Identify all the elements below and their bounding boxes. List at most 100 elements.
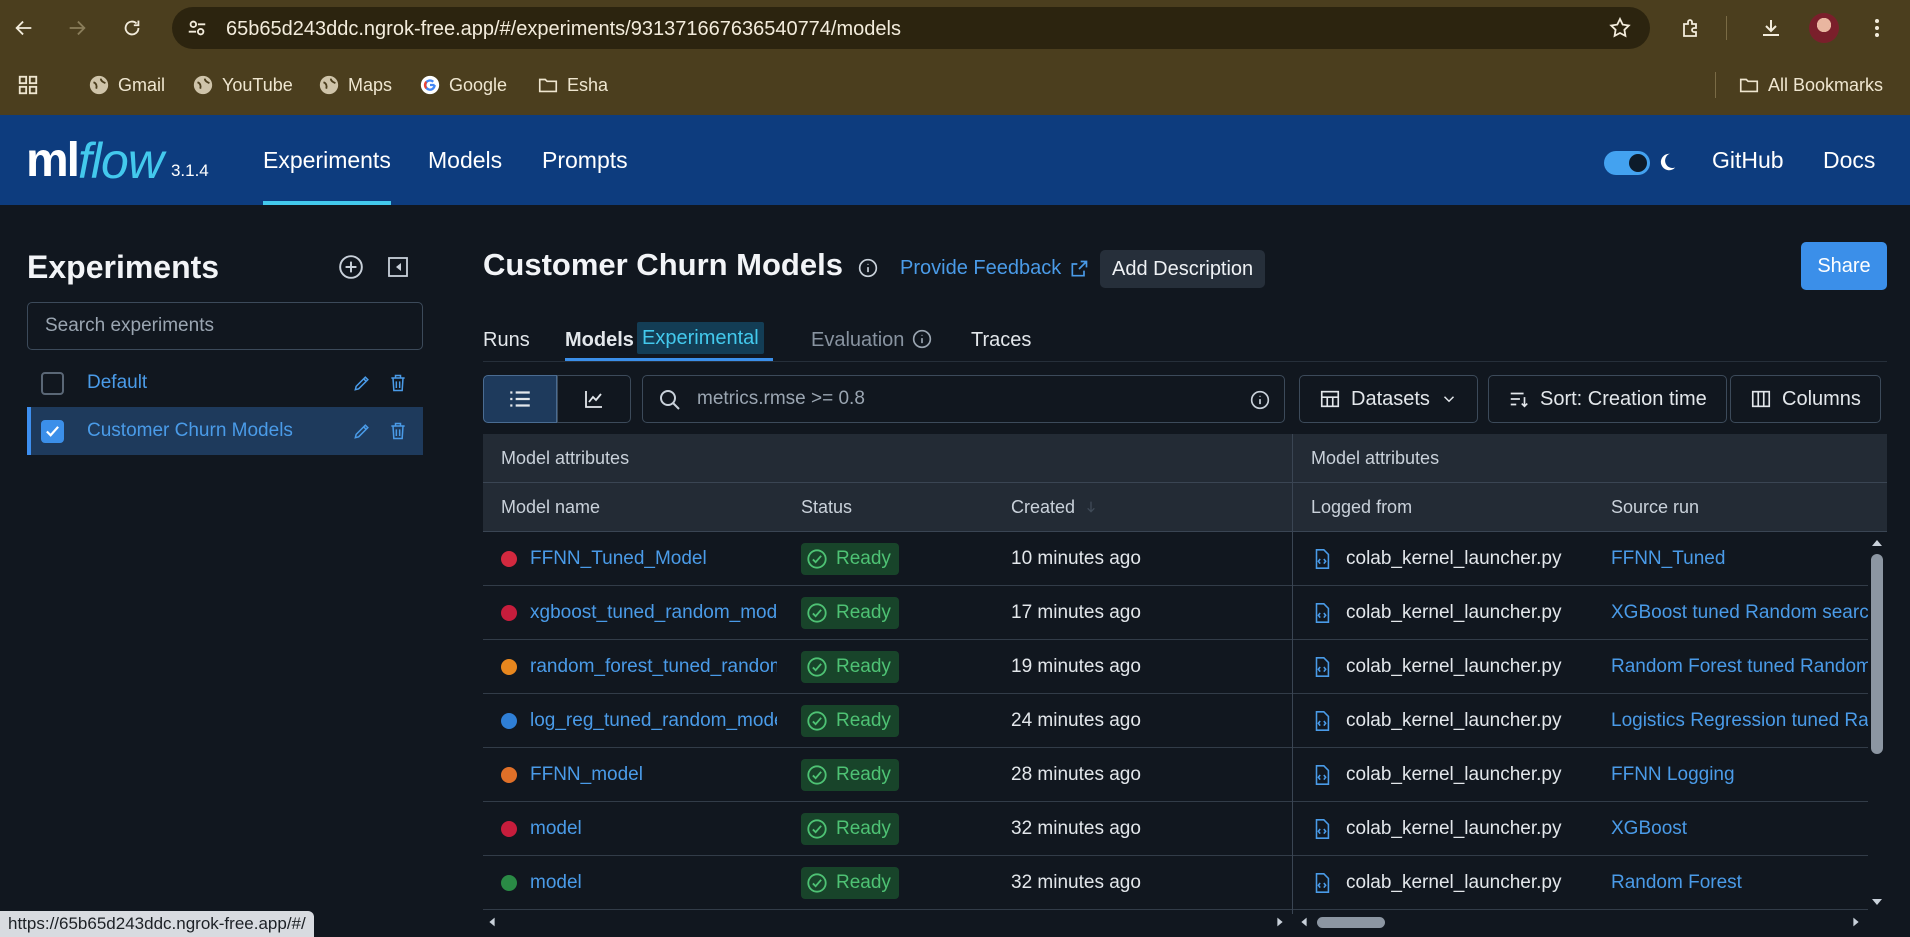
table-row[interactable]: FFNN_model Ready 28 minutes ago colab_kerne… xyxy=(483,748,1868,802)
header-model-name[interactable]: Model name xyxy=(483,483,783,532)
scroll-down-icon[interactable] xyxy=(1869,894,1885,910)
header-created[interactable]: Created xyxy=(993,483,1293,532)
scroll-left-icon[interactable] xyxy=(1297,915,1311,929)
chart-view-button[interactable] xyxy=(557,375,631,423)
search-experiments-input[interactable] xyxy=(27,302,423,350)
github-link[interactable]: GitHub xyxy=(1712,115,1784,205)
table-row[interactable]: model Ready 32 minutes ago colab_kernel_lau… xyxy=(483,802,1868,856)
column-group-header: Model attributes xyxy=(483,434,1293,483)
add-description-button[interactable]: Add Description xyxy=(1100,250,1266,288)
collapse-sidebar-button[interactable] xyxy=(384,253,412,281)
edit-experiment-button[interactable] xyxy=(350,419,374,443)
source-run-link[interactable]: XGBoost xyxy=(1611,818,1687,840)
check-circle-icon xyxy=(807,765,827,785)
site-settings-icon[interactable] xyxy=(186,17,208,39)
tab-runs[interactable]: Runs xyxy=(483,329,530,352)
experiment-name[interactable]: Customer Churn Models xyxy=(87,420,293,442)
experiment-name[interactable]: Default xyxy=(87,372,147,394)
bookmark-gmail[interactable]: Gmail xyxy=(88,71,165,99)
browser-menu-button[interactable] xyxy=(1862,13,1892,43)
columns-button[interactable]: Columns xyxy=(1730,375,1881,423)
create-experiment-button[interactable] xyxy=(337,253,365,281)
nav-models[interactable]: Models xyxy=(428,115,502,205)
check-circle-icon xyxy=(807,711,827,731)
source-run-link[interactable]: FFNN Logging xyxy=(1611,764,1735,786)
search-icon xyxy=(660,390,680,410)
search-filter-input[interactable]: metrics.rmse >= 0.8 xyxy=(642,375,1285,423)
reload-button[interactable] xyxy=(116,12,148,44)
dark-mode-toggle[interactable] xyxy=(1604,151,1650,175)
model-name-link[interactable]: log_reg_tuned_random_models xyxy=(530,710,777,732)
scroll-right-icon[interactable] xyxy=(1849,915,1863,929)
model-name-link[interactable]: FFNN_Tuned_Model xyxy=(530,548,707,570)
model-name-link[interactable]: xgboost_tuned_random_models xyxy=(530,602,777,624)
source-run-link[interactable]: XGBoost tuned Random search xyxy=(1611,602,1868,624)
mlflow-logo[interactable]: ml flow 3.1.4 xyxy=(26,129,209,189)
table-row[interactable]: xgboost_tuned_random_models Ready 17 minut… xyxy=(483,586,1868,640)
delete-experiment-button[interactable] xyxy=(386,419,410,443)
datasets-dropdown[interactable]: Datasets xyxy=(1299,375,1478,423)
header-status[interactable]: Status xyxy=(783,483,993,532)
tab-traces[interactable]: Traces xyxy=(971,329,1031,352)
downloads-button[interactable] xyxy=(1756,13,1786,43)
bookmark-maps[interactable]: Maps xyxy=(318,71,392,99)
info-icon[interactable] xyxy=(858,258,878,278)
experiment-checkbox[interactable] xyxy=(41,372,64,395)
header-source-run[interactable]: Source run xyxy=(1593,483,1887,532)
table-row[interactable]: FFNN_Tuned_Model Ready 10 minutes ago colab… xyxy=(483,532,1868,586)
table-row[interactable]: log_reg_tuned_random_models Ready 24 minut… xyxy=(483,694,1868,748)
nav-experiments[interactable]: Experiments xyxy=(263,115,391,205)
cell-source-run: Random Forest tuned Random search xyxy=(1611,640,1868,694)
experiment-checkbox[interactable] xyxy=(41,420,64,443)
filter-value[interactable]: metrics.rmse >= 0.8 xyxy=(697,388,865,410)
table-row[interactable]: random_forest_tuned_random_models Ready 19… xyxy=(483,640,1868,694)
cell-status: Ready xyxy=(801,640,991,694)
horizontal-scroll-thumb[interactable] xyxy=(1317,917,1385,928)
apps-button[interactable] xyxy=(17,71,39,99)
vertical-scrollbar[interactable] xyxy=(1868,532,1887,913)
header-logged-from[interactable]: Logged from xyxy=(1293,483,1593,532)
share-button[interactable]: Share xyxy=(1801,242,1887,290)
sort-dropdown[interactable]: Sort: Creation time xyxy=(1488,375,1727,423)
back-button[interactable] xyxy=(8,12,40,44)
horizontal-scrollbar[interactable] xyxy=(483,914,1887,931)
docs-link[interactable]: Docs xyxy=(1823,115,1875,205)
source-run-link[interactable]: Logistics Regression tuned Random search xyxy=(1611,710,1868,732)
extensions-button[interactable] xyxy=(1676,13,1706,43)
address-url[interactable]: 65b65d243ddc.ngrok-free.app/#/experiment… xyxy=(226,18,901,41)
experiment-row-default[interactable]: Default xyxy=(27,359,423,407)
nav-prompts[interactable]: Prompts xyxy=(542,115,628,205)
bookmark-folder-esha[interactable]: Esha xyxy=(537,71,608,99)
browser-chrome: 65b65d243ddc.ngrok-free.app/#/experiment… xyxy=(0,0,1910,115)
table-row[interactable]: model Ready 32 minutes ago colab_kernel_lau… xyxy=(483,856,1868,910)
source-run-link[interactable]: FFNN_Tuned xyxy=(1611,548,1725,570)
provide-feedback-link[interactable]: Provide Feedback xyxy=(900,257,1089,280)
model-name-link[interactable]: FFNN_model xyxy=(530,764,643,786)
globe-icon xyxy=(88,74,110,96)
source-run-link[interactable]: Random Forest tuned Random search xyxy=(1611,656,1868,678)
address-bar[interactable]: 65b65d243ddc.ngrok-free.app/#/experiment… xyxy=(172,7,1650,49)
tab-evaluation[interactable]: Evaluation xyxy=(811,329,904,352)
forward-button[interactable] xyxy=(61,12,93,44)
profile-avatar[interactable] xyxy=(1809,13,1839,43)
model-name-link[interactable]: random_forest_tuned_random_models xyxy=(530,656,777,678)
edit-experiment-button[interactable] xyxy=(350,371,374,395)
model-name-link[interactable]: model xyxy=(530,872,582,894)
bookmark-youtube[interactable]: YouTube xyxy=(192,71,293,99)
run-color-dot xyxy=(501,767,517,783)
info-icon[interactable] xyxy=(912,329,932,349)
bookmark-google[interactable]: Google xyxy=(419,71,507,99)
experiment-row-customer-churn-models[interactable]: Customer Churn Models xyxy=(27,407,423,455)
source-run-link[interactable]: Random Forest xyxy=(1611,872,1742,894)
model-name-link[interactable]: model xyxy=(530,818,582,840)
scroll-up-icon[interactable] xyxy=(1869,535,1885,551)
scroll-left-icon[interactable] xyxy=(485,915,499,929)
vertical-scroll-thumb[interactable] xyxy=(1871,554,1883,754)
bookmark-star-icon[interactable] xyxy=(1608,16,1632,40)
scroll-right-icon[interactable] xyxy=(1273,915,1287,929)
list-view-button[interactable] xyxy=(483,375,557,423)
info-icon[interactable] xyxy=(1250,390,1270,410)
delete-experiment-button[interactable] xyxy=(386,371,410,395)
tab-models[interactable]: Models xyxy=(565,329,634,352)
all-bookmarks-button[interactable]: All Bookmarks xyxy=(1738,71,1883,99)
